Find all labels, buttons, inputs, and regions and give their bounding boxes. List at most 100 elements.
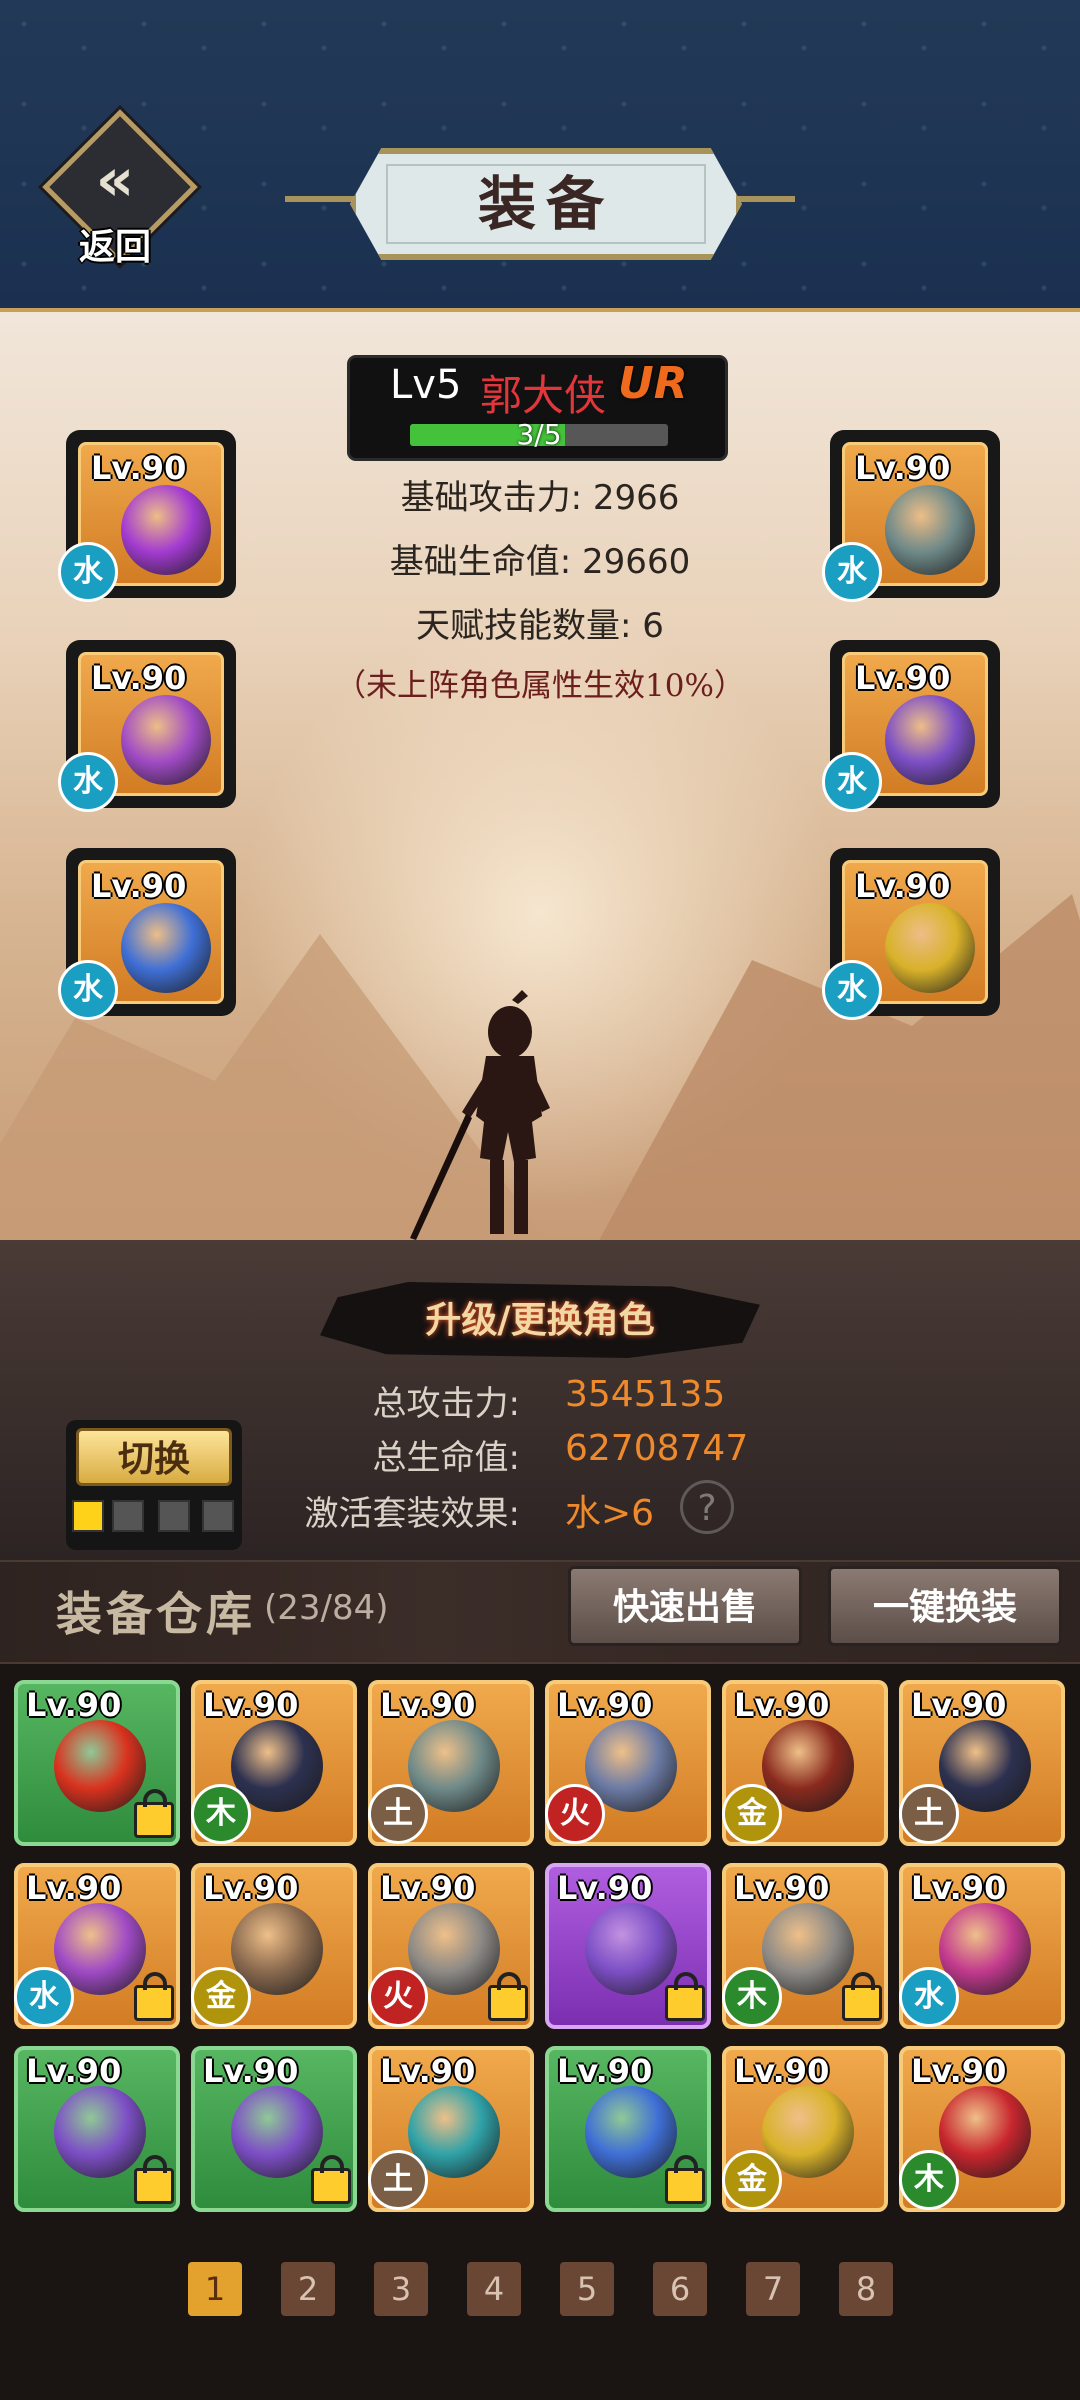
item-level: Lv.90 xyxy=(557,1686,653,1724)
inventory-item[interactable]: Lv.90 木 xyxy=(722,1863,888,2029)
lock-icon[interactable] xyxy=(842,1972,882,2021)
lock-icon[interactable] xyxy=(134,1789,174,1838)
item-level: Lv.90 xyxy=(26,1686,122,1724)
item-level: Lv.90 xyxy=(91,659,187,697)
inventory-item[interactable]: Lv.90 水 xyxy=(899,1863,1065,2029)
quick-sell-button[interactable]: 快速出售 xyxy=(568,1566,802,1646)
chest-armor-icon xyxy=(885,485,975,575)
element-badge: 火 xyxy=(368,1967,428,2027)
set-page-dot-1[interactable] xyxy=(72,1500,104,1532)
equipped-slot[interactable]: Lv.90 水 xyxy=(822,640,1000,812)
lock-icon[interactable] xyxy=(488,1972,528,2021)
element-badge: 土 xyxy=(899,1784,959,1844)
warehouse-count: (23/84) xyxy=(264,1588,389,1628)
item-level: Lv.90 xyxy=(203,1869,299,1907)
item-level: Lv.90 xyxy=(91,449,187,487)
inventory-item[interactable]: Lv.90 土 xyxy=(368,2046,534,2212)
lock-icon[interactable] xyxy=(311,2155,351,2204)
item-level: Lv.90 xyxy=(734,1869,830,1907)
help-icon[interactable]: ? xyxy=(680,1480,734,1534)
item-level: Lv.90 xyxy=(557,1869,653,1907)
hero-rank-badge: UR xyxy=(618,358,688,409)
element-badge: 水 xyxy=(822,960,882,1020)
inventory-item[interactable]: Lv.90 xyxy=(545,2046,711,2212)
page-title: 装备 xyxy=(477,170,614,238)
boots-icon xyxy=(54,2086,146,2178)
set-effect-value: 水>6 xyxy=(565,1493,655,1534)
element-badge: 水 xyxy=(58,752,118,812)
gold-ring-icon xyxy=(885,903,975,993)
inventory-item[interactable]: Lv.90 火 xyxy=(368,1863,534,2029)
item-level: Lv.90 xyxy=(557,2052,653,2090)
inventory-item[interactable]: Lv.90 火 xyxy=(545,1680,711,1846)
element-badge: 木 xyxy=(899,2150,959,2210)
switch-button[interactable]: 切换 xyxy=(76,1428,232,1486)
equipped-slot[interactable]: Lv.90 水 xyxy=(822,430,1000,602)
page-button-5[interactable]: 5 xyxy=(560,2262,614,2316)
page-button-4[interactable]: 4 xyxy=(467,2262,521,2316)
element-badge: 水 xyxy=(58,542,118,602)
item-level: Lv.90 xyxy=(203,2052,299,2090)
inventory-item[interactable]: Lv.90 xyxy=(14,1680,180,1846)
element-badge: 水 xyxy=(899,1967,959,2027)
inventory-item[interactable]: Lv.90 金 xyxy=(722,2046,888,2212)
inventory-item[interactable]: Lv.90 木 xyxy=(191,1680,357,1846)
back-button[interactable]: « 返回 xyxy=(40,109,198,270)
fire-sword-icon xyxy=(54,1720,146,1812)
element-badge: 土 xyxy=(368,2150,428,2210)
equipped-slot[interactable]: Lv.90 水 xyxy=(58,640,236,812)
warehouse-title: 装备仓库 xyxy=(56,1587,256,1641)
helmet-icon xyxy=(121,695,211,785)
item-level: Lv.90 xyxy=(911,1686,1007,1724)
page-button-2[interactable]: 2 xyxy=(281,2262,335,2316)
element-badge: 水 xyxy=(58,960,118,1020)
lock-icon[interactable] xyxy=(134,1972,174,2021)
element-badge: 金 xyxy=(722,1784,782,1844)
upgrade-hero-button[interactable]: 升级/更换角色 xyxy=(320,1282,760,1358)
lock-icon[interactable] xyxy=(134,2155,174,2204)
item-level: Lv.90 xyxy=(911,2052,1007,2090)
hero-silhouette xyxy=(410,990,550,1240)
set-page-dot-4[interactable] xyxy=(202,1500,234,1532)
one-click-equip-button[interactable]: 一键换装 xyxy=(828,1566,1062,1646)
item-level: Lv.90 xyxy=(911,1869,1007,1907)
page-button-6[interactable]: 6 xyxy=(653,2262,707,2316)
inventory-item[interactable]: Lv.90 金 xyxy=(191,1863,357,2029)
lock-icon[interactable] xyxy=(665,2155,705,2204)
inventory-item[interactable]: Lv.90 土 xyxy=(899,1680,1065,1846)
equipped-slot[interactable]: Lv.90 水 xyxy=(58,430,236,602)
equipped-slot[interactable]: Lv.90 水 xyxy=(58,848,236,1020)
item-level: Lv.90 xyxy=(380,1686,476,1724)
inventory-item[interactable]: Lv.90 xyxy=(14,2046,180,2212)
page-button-8[interactable]: 8 xyxy=(839,2262,893,2316)
title-rod-left xyxy=(285,196,355,202)
inventory-item[interactable]: Lv.90 金 xyxy=(722,1680,888,1846)
set-page-dot-3[interactable] xyxy=(158,1500,190,1532)
dragon-necklace-icon xyxy=(585,2086,677,2178)
inactive-bonus-note: （未上阵角色属性生效10%） xyxy=(335,668,745,704)
hero-xp-text: 3/5 xyxy=(516,418,562,451)
element-badge: 水 xyxy=(822,752,882,812)
lock-icon[interactable] xyxy=(665,1972,705,2021)
element-badge: 木 xyxy=(191,1784,251,1844)
inventory-item[interactable]: Lv.90 xyxy=(191,2046,357,2212)
item-level: Lv.90 xyxy=(380,2052,476,2090)
page-button-7[interactable]: 7 xyxy=(746,2262,800,2316)
dragon-necklace-icon xyxy=(121,903,211,993)
element-badge: 水 xyxy=(822,542,882,602)
element-badge: 水 xyxy=(14,1967,74,2027)
page-button-3[interactable]: 3 xyxy=(374,2262,428,2316)
page-button-1[interactable]: 1 xyxy=(188,2262,242,2316)
item-level: Lv.90 xyxy=(855,867,951,905)
inventory-item[interactable]: Lv.90 木 xyxy=(899,2046,1065,2212)
set-page-dot-2[interactable] xyxy=(112,1500,144,1532)
inventory-item[interactable]: Lv.90 水 xyxy=(14,1863,180,2029)
equipped-slot[interactable]: Lv.90 水 xyxy=(822,848,1000,1020)
talent-count: 天赋技能数量: 6 xyxy=(416,606,664,646)
element-badge: 金 xyxy=(191,1967,251,2027)
element-badge: 火 xyxy=(545,1784,605,1844)
base-attack: 基础攻击力: 2966 xyxy=(400,478,680,518)
inventory-item[interactable]: Lv.90 土 xyxy=(368,1680,534,1846)
inventory-item[interactable]: Lv.90 xyxy=(545,1863,711,2029)
item-level: Lv.90 xyxy=(203,1686,299,1724)
